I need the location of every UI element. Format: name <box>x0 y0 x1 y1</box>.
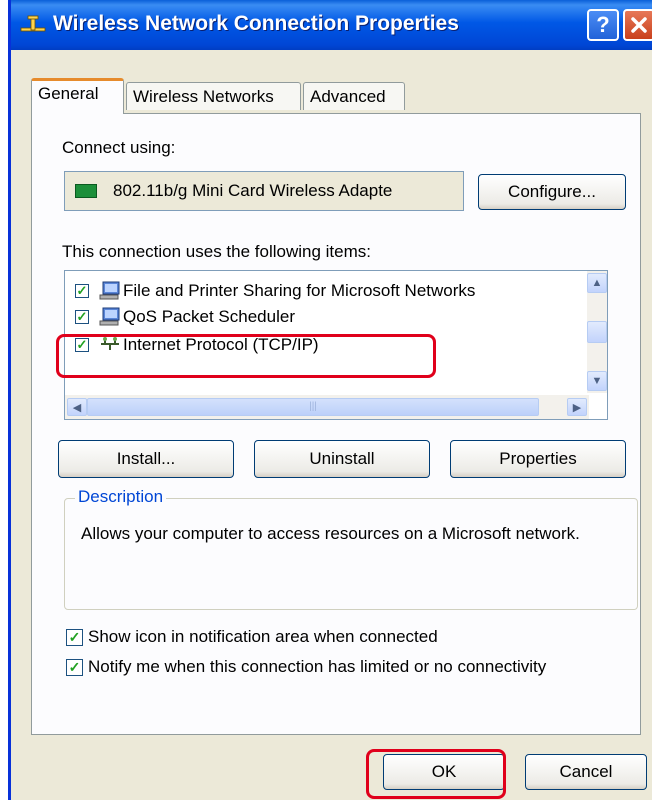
general-panel: Connect using: 802.11b/g Mini Card Wirel… <box>31 113 641 735</box>
network-connection-icon <box>20 15 46 32</box>
show-icon-label: Show icon in notification area when conn… <box>88 627 438 646</box>
list-item-file-printer-sharing[interactable]: ✓ File and Printer Sharing for Microsoft… <box>75 279 585 305</box>
properties-dialog: Wireless Network Connection Properties ?… <box>8 0 652 800</box>
description-text: Allows your computer to access resources… <box>81 524 580 543</box>
connect-using-label: Connect using: <box>62 138 176 157</box>
list-item-qos-packet-scheduler[interactable]: ✓ QoS Packet Scheduler <box>75 305 585 331</box>
scroll-down-button[interactable]: ▼ <box>587 371 607 391</box>
network-service-icon <box>99 281 120 300</box>
description-group: Description Allows your computer to acce… <box>64 487 638 610</box>
close-icon <box>631 17 647 33</box>
tab-advanced[interactable]: Advanced <box>303 82 405 110</box>
scroll-left-button[interactable]: ◀ <box>67 398 87 416</box>
cancel-button[interactable]: Cancel <box>525 754 647 790</box>
adapter-name: 802.11b/g Mini Card Wireless Adapte <box>113 181 393 200</box>
tab-general[interactable]: General <box>31 78 124 114</box>
network-service-icon <box>99 307 120 326</box>
vertical-scrollbar[interactable]: ▲ ▼ <box>587 271 607 393</box>
notify-checkbox[interactable]: ✓ <box>66 659 83 676</box>
item-checkbox[interactable]: ✓ <box>75 310 89 324</box>
highlight-box-tcpip <box>56 334 436 378</box>
item-checkbox[interactable]: ✓ <box>75 284 89 298</box>
item-label: File and Printer Sharing for Microsoft N… <box>123 281 476 300</box>
scroll-up-button[interactable]: ▲ <box>587 273 607 293</box>
highlight-box-ok <box>366 749 506 799</box>
properties-button[interactable]: Properties <box>450 440 626 478</box>
uninstall-button[interactable]: Uninstall <box>254 440 430 478</box>
notify-label: Notify me when this connection has limit… <box>88 657 547 676</box>
help-button[interactable]: ? <box>587 9 619 41</box>
horizontal-scrollbar[interactable]: ◀ ||| ▶ <box>65 395 589 419</box>
network-card-icon <box>75 184 97 198</box>
scroll-right-button[interactable]: ▶ <box>567 398 587 416</box>
horizontal-scroll-thumb[interactable]: ||| <box>87 398 539 416</box>
close-button[interactable] <box>623 9 652 41</box>
window-title: Wireless Network Connection Properties <box>53 12 459 35</box>
title-bar[interactable]: Wireless Network Connection Properties ? <box>11 0 652 50</box>
adapter-field: 802.11b/g Mini Card Wireless Adapte <box>64 171 464 211</box>
show-icon-checkbox[interactable]: ✓ <box>66 629 83 646</box>
item-label: QoS Packet Scheduler <box>123 307 295 326</box>
configure-button[interactable]: Configure... <box>478 174 626 210</box>
scroll-thumb[interactable] <box>587 321 607 343</box>
items-label: This connection uses the following items… <box>62 242 371 261</box>
install-button[interactable]: Install... <box>58 440 234 478</box>
description-title: Description <box>75 487 167 507</box>
tab-wireless-networks[interactable]: Wireless Networks <box>126 82 301 110</box>
